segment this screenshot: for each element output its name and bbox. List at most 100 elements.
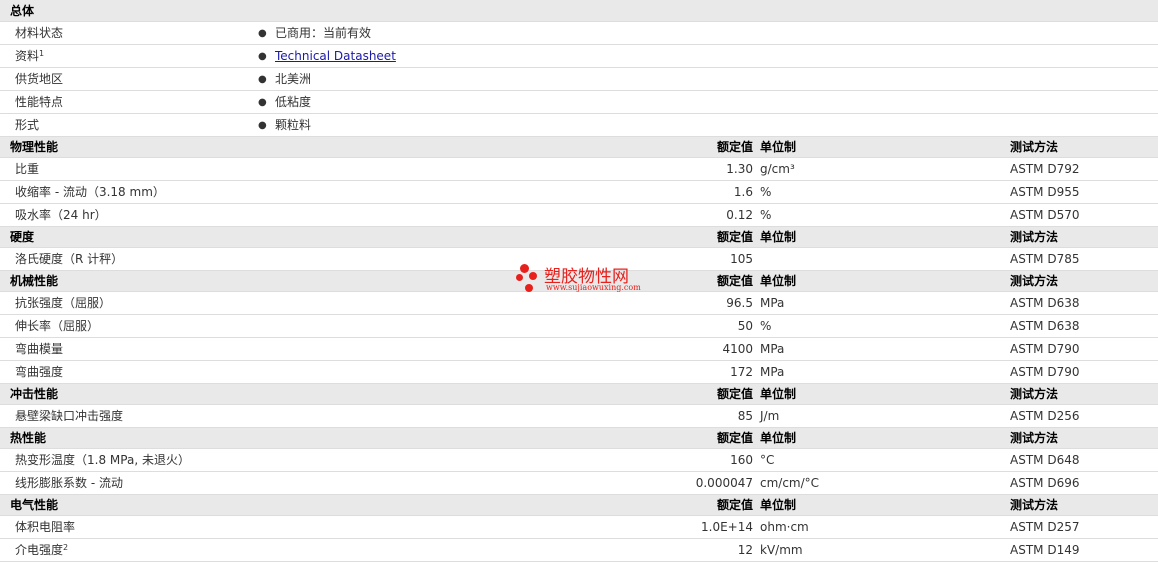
- bullet-icon: ●: [258, 51, 267, 62]
- value-text: 已商用：当前有效: [275, 26, 372, 40]
- column-header-method: 测试方法: [1010, 498, 1059, 512]
- bullet-icon: ●: [258, 97, 267, 108]
- label-text: 弯曲模量: [15, 342, 64, 356]
- watermark-url: www.sujiaowuxing.com: [546, 283, 641, 292]
- test-method: ASTM D785: [1010, 252, 1080, 266]
- value-text: 北美洲: [275, 72, 312, 86]
- general-row: 性能特点 ● 低粘度: [0, 91, 1158, 114]
- property-label: 比重: [15, 158, 39, 181]
- property-label: 弯曲模量: [15, 338, 63, 361]
- test-method: ASTM D790: [1010, 342, 1080, 356]
- section-header: 物理性能 额定值 单位制 测试方法: [0, 137, 1158, 158]
- label-text: 供货地区: [15, 72, 64, 86]
- unit: kV/mm: [760, 543, 803, 557]
- column-header-unit: 单位制: [760, 498, 797, 512]
- test-condition: - 流动（3.18 mm）: [51, 185, 165, 199]
- property-row: 线形膨胀系数 - 流动 0.000047 cm/cm/°C ASTM D696: [0, 472, 1158, 495]
- section-header: 冲击性能 额定值 单位制 测试方法: [0, 384, 1158, 405]
- unit: %: [760, 319, 772, 333]
- property-value: 低粘度: [275, 91, 311, 114]
- property-label: 弯曲强度: [15, 361, 63, 384]
- property-label: 资料1: [15, 45, 44, 68]
- footnote-marker: 1: [39, 49, 45, 58]
- property-row: 热变形温度（1.8 MPa, 未退火） 160 °C ASTM D648: [0, 449, 1158, 472]
- section-title: 硬度: [10, 230, 35, 244]
- column-header-value: 额定值: [716, 498, 753, 512]
- property-label: 介电强度2: [15, 539, 68, 562]
- label-text: 收缩率: [15, 185, 52, 199]
- test-condition: （24 hr）: [51, 208, 107, 222]
- property-label: 收缩率 - 流动（3.18 mm）: [15, 181, 165, 204]
- nominal-value: 1.30: [726, 162, 753, 176]
- section-title: 电气性能: [10, 498, 59, 512]
- test-method: ASTM D149: [1010, 543, 1080, 557]
- column-header-value: 额定值: [716, 230, 753, 244]
- property-row: 伸长率（屈服） 50% ASTM D638: [0, 315, 1158, 338]
- bullet-icon: ●: [258, 120, 267, 131]
- test-condition: （R 计秤）: [63, 252, 124, 266]
- test-condition: （屈服）: [63, 296, 112, 310]
- label-text: 资料: [15, 49, 40, 63]
- test-method: ASTM D955: [1010, 185, 1080, 199]
- label-text: 洛氏硬度: [15, 252, 64, 266]
- property-row: 弯曲模量 4100 MPa ASTM D790: [0, 338, 1158, 361]
- nominal-value: 1.0E+14: [701, 520, 753, 534]
- test-condition: （屈服）: [51, 319, 100, 333]
- unit: %: [760, 185, 772, 199]
- property-label: 材料状态: [15, 22, 63, 45]
- watermark-logo: 塑胶物性网 www.sujiaowuxing.com: [516, 262, 656, 296]
- nominal-value: 85: [737, 409, 753, 423]
- column-header-method: 测试方法: [1010, 431, 1059, 445]
- test-method: ASTM D648: [1010, 453, 1080, 467]
- property-label: 线形膨胀系数 - 流动: [15, 472, 123, 495]
- column-header-unit: 单位制: [760, 140, 797, 154]
- nominal-value: 4100: [722, 342, 753, 356]
- column-header-method: 测试方法: [1010, 230, 1059, 244]
- property-label: 吸水率（24 hr）: [15, 204, 107, 227]
- bullet-icon: ●: [258, 28, 267, 39]
- unit: °C: [760, 453, 775, 467]
- label-text: 热变形温度: [15, 453, 76, 467]
- section-title: 物理性能: [10, 140, 59, 154]
- label-text: 性能特点: [15, 95, 64, 109]
- datasheet-link[interactable]: Technical Datasheet: [275, 49, 396, 63]
- unit: MPa: [760, 365, 785, 379]
- nominal-value: 96.5: [726, 296, 753, 310]
- section-header-general: 总体: [0, 0, 1158, 22]
- unit: ohm·cm: [760, 520, 809, 534]
- column-header-unit: 单位制: [760, 431, 797, 445]
- test-method: ASTM D792: [1010, 162, 1080, 176]
- label-text: 材料状态: [15, 26, 64, 40]
- property-label: 供货地区: [15, 68, 63, 91]
- property-row: 比重 1.30 g/cm³ ASTM D792: [0, 158, 1158, 181]
- column-header-method: 测试方法: [1010, 274, 1059, 288]
- test-method: ASTM D696: [1010, 476, 1080, 490]
- column-header-value: 额定值: [716, 274, 753, 288]
- label-text: 体积电阻率: [15, 520, 76, 534]
- nominal-value: 0.12: [726, 208, 753, 222]
- test-condition: （1.8 MPa, 未退火）: [75, 453, 190, 467]
- unit: J/m: [760, 409, 780, 423]
- section-title: 机械性能: [10, 274, 59, 288]
- column-header-value: 额定值: [716, 140, 753, 154]
- property-value: 北美洲: [275, 68, 311, 91]
- test-condition: - 流动: [87, 476, 123, 490]
- property-label: 形式: [15, 114, 39, 137]
- label-text: 抗张强度: [15, 296, 64, 310]
- nominal-value: 172: [730, 365, 753, 379]
- property-label: 热变形温度（1.8 MPa, 未退火）: [15, 449, 190, 472]
- value-text: 低粘度: [275, 95, 312, 109]
- unit: MPa: [760, 296, 785, 310]
- property-row: 弯曲强度 172 MPa ASTM D790: [0, 361, 1158, 384]
- unit: %: [760, 208, 772, 222]
- section-title: 热性能: [10, 431, 47, 445]
- section-header: 硬度 额定值 单位制 测试方法: [0, 227, 1158, 248]
- nominal-value: 12: [737, 543, 753, 557]
- bullet-icon: ●: [258, 74, 267, 85]
- general-row: 资料1 ● Technical Datasheet: [0, 45, 1158, 68]
- column-header-unit: 单位制: [760, 274, 797, 288]
- label-text: 介电强度: [15, 543, 64, 557]
- test-method: ASTM D257: [1010, 520, 1080, 534]
- column-header-value: 额定值: [716, 387, 753, 401]
- nominal-value: 1.6: [733, 185, 753, 199]
